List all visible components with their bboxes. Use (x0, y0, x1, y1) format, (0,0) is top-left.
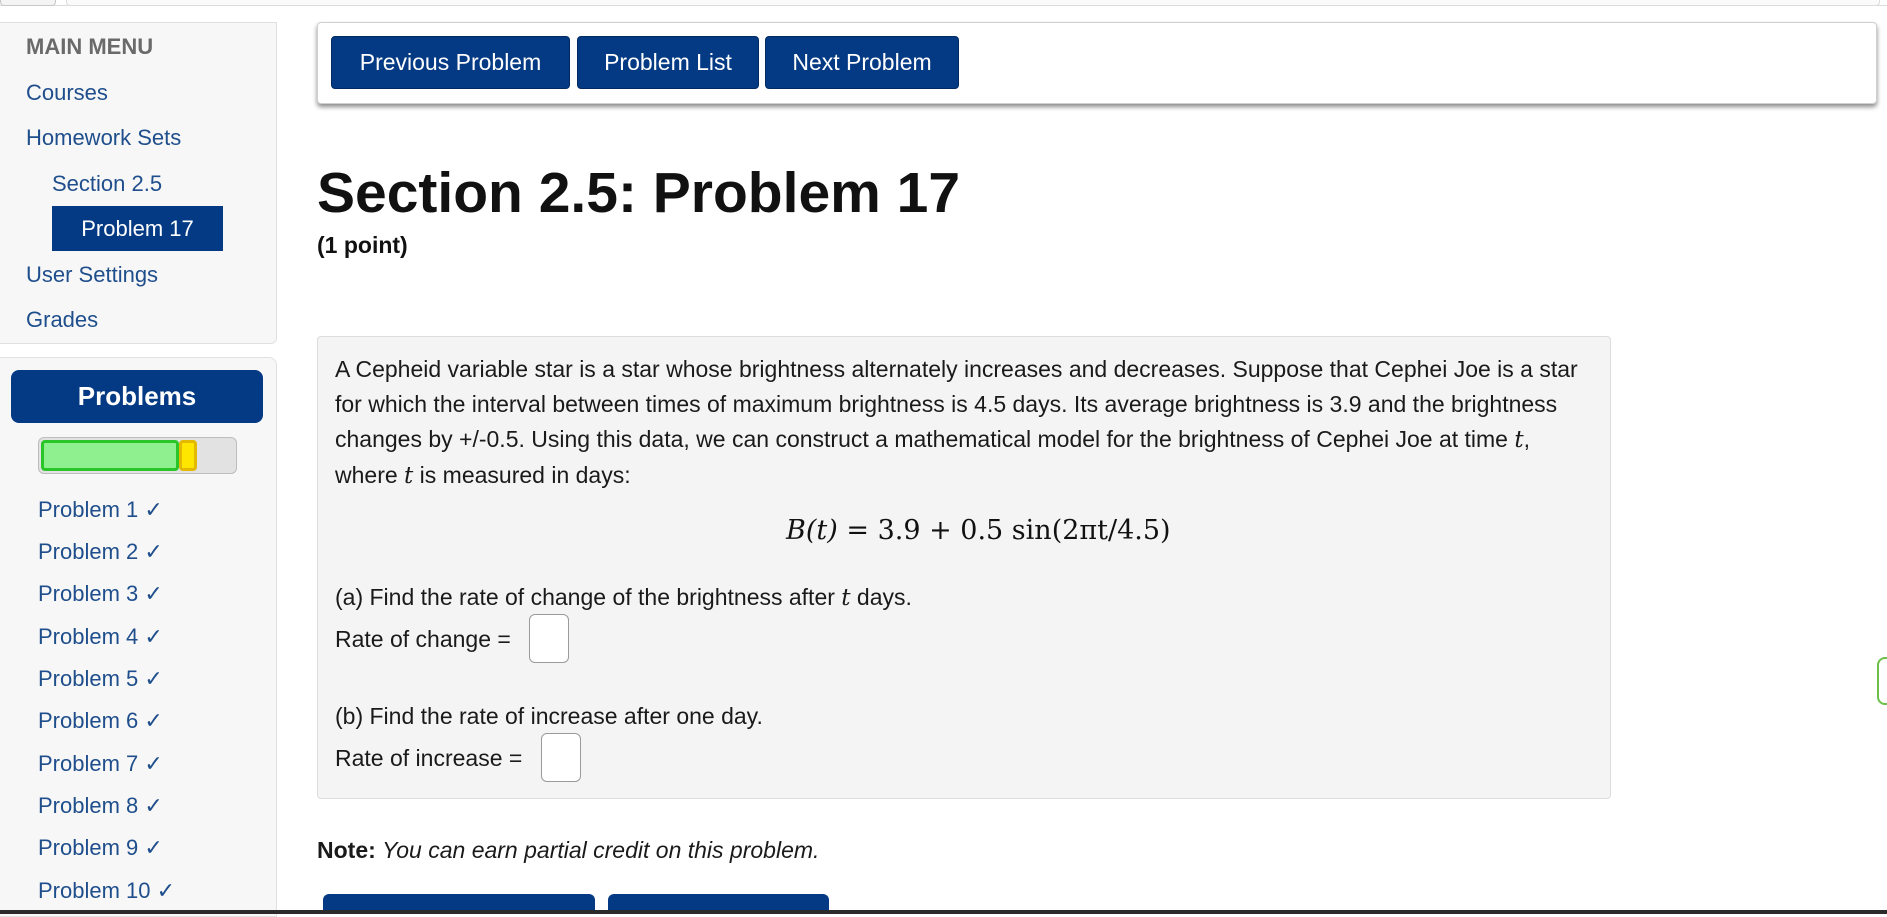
sidebar-item-homework-sets[interactable]: Homework Sets (26, 125, 181, 151)
problem-list-item[interactable]: Problem 9 ✓ (38, 835, 163, 861)
problem-list-item[interactable]: Problem 7 ✓ (38, 751, 163, 777)
progress-partial-fill (179, 440, 197, 471)
problem-list-item[interactable]: Problem 1 ✓ (38, 497, 163, 523)
part-b-label: Rate of increase = (335, 745, 523, 771)
formula-rhs: 3.9 + 0.5 sin(2πt/4.5) (877, 515, 1171, 546)
window-bottom-edge (0, 910, 1887, 914)
previous-problem-button[interactable]: Previous Problem (331, 36, 570, 89)
rate-of-change-input[interactable] (529, 614, 569, 663)
problem-points: (1 point) (317, 232, 408, 258)
top-tab-edge (0, 0, 56, 6)
math-variable-t: t (404, 463, 414, 489)
part-a-text: (a) Find the rate of change of the brigh… (335, 584, 842, 610)
note-label: Note: (317, 837, 376, 863)
part-a-text-end: days. (850, 584, 912, 610)
formula-lhs: B(t) (786, 515, 838, 546)
note-text: You can earn partial credit on this prob… (382, 837, 820, 863)
problem-list-item[interactable]: Problem 10 ✓ (38, 878, 175, 904)
sidebar-item-section[interactable]: Section 2.5 (52, 171, 162, 197)
brightness-formula: B(t) = 3.9 + 0.5 sin(2πt/4.5) (786, 515, 1171, 546)
problem-list-item[interactable]: Problem 3 ✓ (38, 581, 163, 607)
problem-list-item[interactable]: Problem 6 ✓ (38, 708, 163, 734)
math-variable-t: t (841, 585, 851, 611)
problem-list-item[interactable]: Problem 8 ✓ (38, 793, 163, 819)
sidebar-item-grades[interactable]: Grades (26, 307, 98, 333)
progress-bar (38, 437, 237, 474)
problem-list-item[interactable]: Problem 2 ✓ (38, 539, 163, 565)
partial-credit-note: Note: You can earn partial credit on thi… (317, 837, 819, 864)
browser-top-strip (0, 0, 1887, 6)
rate-of-increase-input[interactable] (541, 733, 581, 782)
feedback-side-tab[interactable] (1877, 657, 1887, 705)
part-a-question: (a) Find the rate of change of the brigh… (335, 584, 912, 611)
next-problem-button[interactable]: Next Problem (765, 36, 959, 89)
problem-list-button[interactable]: Problem List (577, 36, 759, 89)
math-variable-t: t (1514, 427, 1524, 453)
part-b-question: (b) Find the rate of increase after one … (335, 703, 763, 729)
problem-statement: A Cepheid variable star is a star whose … (335, 352, 1597, 494)
sidebar-item-user-settings[interactable]: User Settings (26, 262, 158, 288)
part-a-label: Rate of change = (335, 626, 511, 652)
problem-intro: A Cepheid variable star is a star whose … (335, 356, 1578, 452)
problem-list-item[interactable]: Problem 4 ✓ (38, 624, 163, 650)
main-menu-heading: MAIN MENU (26, 34, 154, 59)
problem-list-item[interactable]: Problem 5 ✓ (38, 666, 163, 692)
page-title: Section 2.5: Problem 17 (317, 161, 961, 225)
sidebar-item-current-problem[interactable]: Problem 17 (52, 206, 223, 251)
formula-equals: = (837, 515, 878, 546)
problem-intro-end: is measured in days: (413, 462, 631, 488)
sidebar-item-courses[interactable]: Courses (26, 80, 108, 106)
top-bar-edge (66, 0, 1880, 6)
problems-panel-title: Problems (11, 370, 263, 423)
progress-correct-fill (41, 440, 179, 471)
